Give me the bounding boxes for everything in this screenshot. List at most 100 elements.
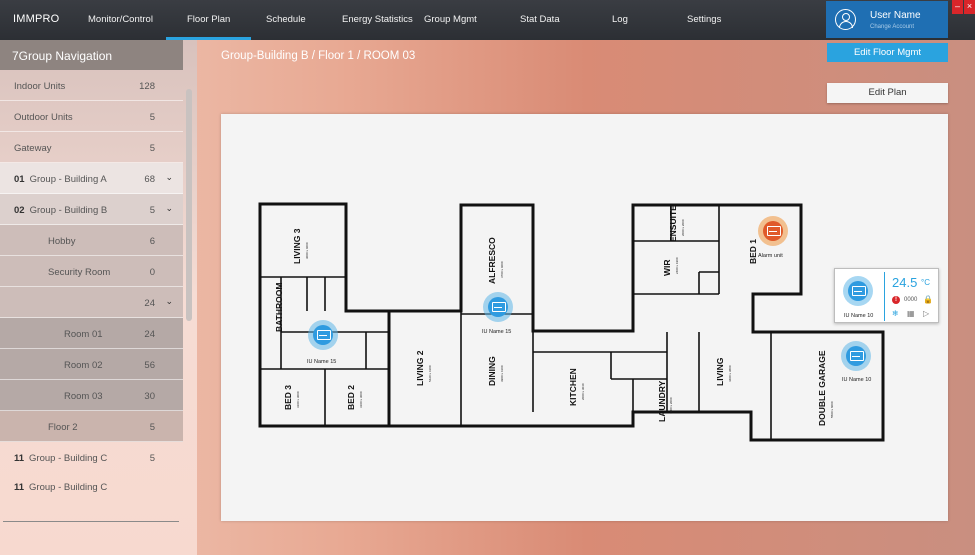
indoor-unit-marker[interactable] bbox=[841, 341, 871, 371]
nav-floor-plan[interactable]: Floor Plan bbox=[165, 14, 252, 40]
error-icon: ! bbox=[892, 296, 900, 304]
unit-label: IU Name 15 bbox=[307, 359, 337, 365]
sidebar-item-group-building-c-2[interactable]: 11 Group - Building C bbox=[0, 471, 183, 502]
group-navigation-sidebar: 7Group Navigation Indoor Units 128 Outdo… bbox=[0, 40, 197, 555]
indoor-unit-marker[interactable] bbox=[843, 276, 873, 306]
change-account-link[interactable]: Change Account bbox=[870, 24, 914, 30]
sidebar-item-label: Hobby bbox=[48, 236, 76, 247]
minimize-icon[interactable]: – bbox=[952, 0, 963, 14]
room-label-bed3: BED 3 bbox=[283, 385, 293, 410]
sidebar-item-room-03[interactable]: Room 03 30 bbox=[0, 380, 183, 411]
sidebar-item-count: 6 bbox=[149, 236, 155, 247]
sidebar-item-label: Outdoor Units bbox=[14, 112, 73, 123]
nav-stat-data[interactable]: Stat Data bbox=[520, 14, 560, 25]
svg-text:5500 x 6000: 5500 x 6000 bbox=[830, 401, 834, 418]
sidebar-item-count: 24 bbox=[144, 329, 155, 340]
sidebar-item-group-building-c[interactable]: 11 Group - Building C 5 bbox=[0, 442, 183, 473]
edit-plan-button[interactable]: Edit Plan bbox=[827, 83, 948, 103]
sidebar-item-label: Group - Building C bbox=[29, 453, 108, 464]
sidebar-item-count: 68 bbox=[144, 174, 155, 185]
unit-label: IU Name 15 bbox=[482, 329, 512, 335]
sidebar-item-outdoor-units[interactable]: Outdoor Units 5 bbox=[0, 101, 183, 132]
sidebar-item-count: 24 bbox=[144, 298, 155, 309]
sidebar-item-indoor-units[interactable]: Indoor Units 128 bbox=[0, 70, 183, 101]
sidebar-divider bbox=[3, 521, 179, 522]
nav-log[interactable]: Log bbox=[612, 14, 628, 25]
air-conditioner-icon bbox=[763, 221, 783, 241]
nav-schedule[interactable]: Schedule bbox=[266, 14, 306, 25]
sidebar-item-count: 128 bbox=[139, 81, 155, 92]
air-conditioner-icon bbox=[846, 346, 866, 366]
indoor-unit-marker[interactable] bbox=[483, 292, 513, 322]
sidebar-item-group-building-a[interactable]: 01 Group - Building A 68 ⌄ bbox=[0, 163, 183, 194]
sidebar-item-label: Gateway bbox=[14, 143, 52, 154]
svg-text:3900 x 4100: 3900 x 4100 bbox=[500, 365, 504, 382]
room-label-ensuite: ENSUITE bbox=[668, 205, 678, 242]
air-conditioner-icon bbox=[313, 325, 333, 345]
logo-text-b: PRO bbox=[34, 13, 60, 25]
nav-settings[interactable]: Settings bbox=[687, 14, 721, 25]
sidebar-item-label: Security Room bbox=[48, 267, 111, 278]
svg-text:5420 x 4100: 5420 x 4100 bbox=[428, 365, 432, 382]
close-icon[interactable]: × bbox=[964, 0, 975, 14]
sidebar-item-label: Room 03 bbox=[64, 391, 103, 402]
sidebar-item-label: Group - Building A bbox=[29, 174, 107, 185]
sidebar-item-index: 11 bbox=[14, 453, 25, 464]
unit-status-popup[interactable]: IU Name 10 24.5 °C ! 0000 🔒 ❄ ▦ ▷ bbox=[834, 268, 939, 323]
unit-label: IU Name 10 bbox=[844, 313, 874, 319]
nav-group-mgmt[interactable]: Group Mgmt bbox=[424, 14, 477, 25]
sidebar-item-index: 01 bbox=[14, 174, 25, 185]
sidebar-item-label: Floor 2 bbox=[48, 422, 78, 433]
sidebar-item-gateway[interactable]: Gateway 5 bbox=[0, 132, 183, 163]
sidebar-item-floor-2[interactable]: Floor 2 5 bbox=[0, 411, 183, 442]
sidebar-item-hobby[interactable]: Hobby 6 bbox=[0, 225, 183, 256]
air-conditioner-icon bbox=[848, 281, 868, 301]
sidebar-item-room-01[interactable]: Room 01 24 bbox=[0, 318, 183, 349]
fan-icon: ▦ bbox=[907, 309, 915, 318]
breadcrumb: Group-Building B / Floor 1 / ROOM 03 bbox=[221, 50, 416, 62]
sidebar-item-count: 56 bbox=[144, 360, 155, 371]
chevron-down-icon[interactable]: ⌄ bbox=[165, 203, 173, 214]
sidebar-title: 7Group Navigation bbox=[0, 40, 183, 70]
unit-label: Alarm unit bbox=[758, 253, 783, 259]
chevron-down-icon[interactable]: ⌄ bbox=[165, 296, 173, 307]
user-account-button[interactable]: User Name Change Account bbox=[826, 1, 948, 38]
sidebar-item-label: Room 02 bbox=[64, 360, 103, 371]
sidebar-item-count: 5 bbox=[149, 422, 155, 433]
alarm-unit-marker[interactable] bbox=[758, 216, 788, 246]
sidebar-item-index: 11 bbox=[14, 482, 25, 493]
swing-icon: ▷ bbox=[923, 309, 930, 318]
sidebar-item-label: Room 01 bbox=[64, 329, 103, 340]
svg-text:2000 x 2000: 2000 x 2000 bbox=[681, 219, 685, 236]
sidebar-item-security-room[interactable]: Security Room 0 bbox=[0, 256, 183, 287]
room-label-double-garage: DOUBLE GARAGE bbox=[817, 350, 827, 426]
sidebar-item-label: Group - Building B bbox=[29, 205, 108, 216]
app-logo: IMMPRO bbox=[13, 13, 59, 25]
error-code: 0000 bbox=[904, 297, 918, 303]
room-label-bed2: BED 2 bbox=[346, 385, 356, 410]
sidebar-item-label: Group - Building C bbox=[29, 482, 108, 493]
edit-floor-mgmt-button[interactable]: Edit Floor Mgmt bbox=[827, 43, 948, 62]
unit-temperature: 24.5 bbox=[892, 275, 918, 290]
sidebar-item-count: 5 bbox=[149, 205, 155, 216]
room-label-living: LIVING bbox=[715, 357, 725, 386]
sidebar-item-room-02[interactable]: Room 02 56 bbox=[0, 349, 183, 380]
sidebar-item-label: Indoor Units bbox=[14, 81, 66, 92]
chevron-down-icon[interactable]: ⌄ bbox=[165, 172, 173, 183]
temperature-unit: °C bbox=[921, 278, 930, 287]
user-avatar-icon bbox=[835, 9, 856, 30]
sidebar-scrollbar[interactable] bbox=[186, 89, 192, 321]
room-label-bed1: BED 1 bbox=[748, 239, 758, 264]
snowflake-icon: ❄ bbox=[892, 309, 899, 318]
svg-text:3700 x 4000: 3700 x 4000 bbox=[500, 261, 504, 278]
sidebar-item-group-building-b[interactable]: 02 Group - Building B 5 ⌄ bbox=[0, 194, 183, 225]
air-conditioner-icon bbox=[488, 297, 508, 317]
sidebar-item-count: 30 bbox=[144, 391, 155, 402]
sidebar-item-count: 0 bbox=[149, 267, 155, 278]
sidebar-item-count: 5 bbox=[149, 143, 155, 154]
nav-monitor-control[interactable]: Monitor/Control bbox=[88, 14, 153, 25]
room-label-living3: LIVING 3 bbox=[292, 228, 302, 264]
nav-energy-statistics[interactable]: Energy Statistics bbox=[342, 14, 413, 25]
indoor-unit-marker[interactable] bbox=[308, 320, 338, 350]
sidebar-item-floor-1[interactable]: 24 ⌄ bbox=[0, 287, 183, 318]
